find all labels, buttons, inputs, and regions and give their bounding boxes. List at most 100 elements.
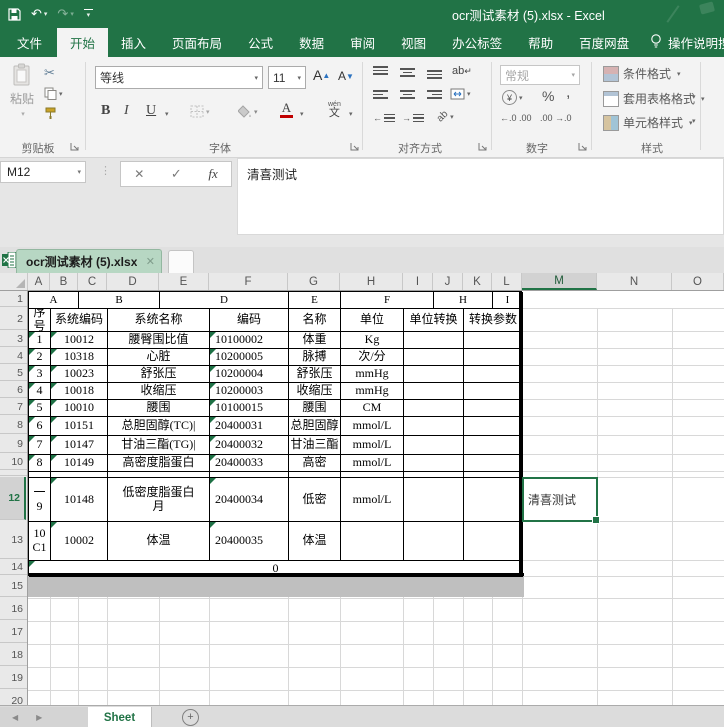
table-cell-no[interactable]: 3 xyxy=(29,366,51,383)
table-cell-conv[interactable] xyxy=(404,349,464,366)
undo-button[interactable]: ↶▾ xyxy=(31,6,47,22)
column-header-N[interactable]: N xyxy=(597,273,672,290)
table-cell-conv[interactable] xyxy=(404,400,464,417)
column-header-F[interactable]: F xyxy=(209,273,288,290)
row-header-14[interactable]: 14 xyxy=(0,560,27,575)
table-cell-empty[interactable] xyxy=(29,472,51,478)
bold-button[interactable]: B xyxy=(101,103,110,119)
font-color-button[interactable]: A xyxy=(280,101,293,118)
format-as-table-dropdown-icon[interactable]: ▾ xyxy=(701,95,705,103)
table-cell-name[interactable]: 甘油三酯 xyxy=(289,436,341,455)
table-cell-code[interactable]: 20400035 xyxy=(210,522,289,561)
row-header-11[interactable] xyxy=(0,471,27,476)
table-cell-name[interactable]: 收缩压 xyxy=(289,383,341,400)
letters-row-cell[interactable]: H xyxy=(434,292,493,309)
table-cell-unit[interactable]: CM xyxy=(341,400,404,417)
tell-me-search[interactable]: 操作说明搜索 xyxy=(650,28,724,57)
row-header-2[interactable]: 2 xyxy=(0,308,27,330)
new-document-tab[interactable] xyxy=(168,250,194,273)
table-cell-conv[interactable] xyxy=(404,436,464,455)
table-cell-sys_name[interactable]: 腰围 xyxy=(108,400,210,417)
column-header-M[interactable]: M xyxy=(522,273,597,290)
orientation-button[interactable]: ab ▾ xyxy=(437,111,454,122)
wrap-text-button[interactable]: ab↵ xyxy=(452,65,472,77)
accounting-format-button[interactable]: ¥ ▾ xyxy=(502,90,523,105)
gray-filled-row[interactable] xyxy=(28,576,524,597)
align-top-button[interactable] xyxy=(373,66,388,75)
table-cell-param[interactable] xyxy=(464,349,523,366)
table-cell-unit[interactable]: 次/分 xyxy=(341,349,404,366)
name-box[interactable]: M12 ▾ xyxy=(0,161,86,183)
table-cell-empty[interactable] xyxy=(404,472,464,478)
table-cell-unit[interactable]: mmHg xyxy=(341,383,404,400)
table-header-cell[interactable]: 编码 xyxy=(210,309,289,332)
row-header-4[interactable]: 4 xyxy=(0,348,27,364)
table-cell-conv[interactable] xyxy=(404,417,464,436)
accounting-dropdown-icon[interactable]: ▾ xyxy=(519,94,523,102)
table-cell-code[interactable]: 10200005 xyxy=(210,349,289,366)
ribbon-tab-review[interactable]: 审阅 xyxy=(337,28,388,57)
table-cell-no[interactable]: 6 xyxy=(29,417,51,436)
comma-style-button[interactable]: , xyxy=(566,84,570,102)
table-cell-code[interactable]: 10200003 xyxy=(210,383,289,400)
decrease-decimal-button[interactable]: .00 →.0 xyxy=(540,114,572,123)
row-header-6[interactable]: 6 xyxy=(0,382,27,398)
font-name-dropdown-icon[interactable]: ▾ xyxy=(254,74,258,82)
table-cell-sys_name[interactable]: 舒张压 xyxy=(108,366,210,383)
table-cell-sys_name[interactable]: 收缩压 xyxy=(108,383,210,400)
merge-dropdown-icon[interactable]: ▾ xyxy=(467,90,471,98)
table-cell-code[interactable]: 10200004 xyxy=(210,366,289,383)
table-header-cell[interactable]: 系统名称 xyxy=(108,309,210,332)
table-cell-code[interactable]: 10100015 xyxy=(210,400,289,417)
table-cell-empty[interactable] xyxy=(210,472,289,478)
cell-styles-button[interactable]: 单元格样式 ▾ xyxy=(603,114,693,131)
percent-style-button[interactable]: % xyxy=(542,88,554,104)
table-header-cell[interactable]: 系统编码 xyxy=(51,309,108,332)
table-cell-sys_code[interactable]: 10148 xyxy=(51,478,108,522)
table-cell-param[interactable] xyxy=(464,366,523,383)
table-cell-sys_code[interactable]: 10147 xyxy=(51,436,108,455)
font-size-select[interactable]: 11 ▾ xyxy=(268,66,306,89)
table-cell-param[interactable] xyxy=(464,332,523,349)
column-header-B[interactable]: B xyxy=(50,273,78,290)
table-cell-no[interactable]: 一 9 xyxy=(29,478,51,522)
document-tab-active[interactable]: ocr测试素材 (5).xlsx ✕ xyxy=(16,249,162,273)
letters-row-cell[interactable]: D xyxy=(160,292,289,309)
column-header-O[interactable]: O xyxy=(672,273,724,290)
underline-dropdown-icon[interactable]: ▾ xyxy=(165,110,169,118)
row-header-17[interactable]: 17 xyxy=(0,621,27,643)
table-cell-code[interactable]: 20400033 xyxy=(210,455,289,472)
table-cell-sys_name[interactable]: 体温 xyxy=(108,522,210,561)
merge-center-button[interactable]: ▾ xyxy=(450,88,471,100)
align-bottom-button[interactable] xyxy=(427,70,442,79)
table-cell-code[interactable]: 20400032 xyxy=(210,436,289,455)
table-cell-code[interactable]: 20400031 xyxy=(210,417,289,436)
table-cell-sys_code[interactable]: 10018 xyxy=(51,383,108,400)
ribbon-tab-baidu-netdisk[interactable]: 百度网盘 xyxy=(566,28,642,57)
table-header-cell[interactable]: 单位转换 xyxy=(404,309,464,332)
letters-row-cell[interactable]: B xyxy=(79,292,160,309)
column-header-C[interactable]: C xyxy=(78,273,107,290)
borders-button[interactable]: ▾ xyxy=(190,105,210,118)
table-cell-param[interactable] xyxy=(464,455,523,472)
table-cell-param[interactable] xyxy=(464,436,523,455)
new-sheet-button[interactable]: + xyxy=(182,709,199,726)
table-cell-name[interactable]: 体重 xyxy=(289,332,341,349)
font-size-dropdown-icon[interactable]: ▾ xyxy=(297,74,301,82)
align-middle-button[interactable] xyxy=(400,68,415,77)
increase-font-button[interactable]: A▲ xyxy=(313,67,330,83)
table-cell-param[interactable] xyxy=(464,400,523,417)
column-header-J[interactable]: J xyxy=(433,273,463,290)
row-header-16[interactable]: 16 xyxy=(0,598,27,620)
table-cell-sys_name[interactable]: 低密度脂蛋白 月 xyxy=(108,478,210,522)
table-cell-conv[interactable] xyxy=(404,478,464,522)
clipped-dropdown-icon[interactable]: ▾ xyxy=(692,117,696,125)
row-header-8[interactable]: 8 xyxy=(0,416,27,434)
table-cell-no[interactable]: 2 xyxy=(29,349,51,366)
font-color-dropdown-icon[interactable]: ▾ xyxy=(300,110,304,118)
letters-row-cell[interactable]: E xyxy=(289,292,341,309)
table-cell-name[interactable]: 低密 xyxy=(289,478,341,522)
clipped-dropdown-icon[interactable]: ▾ xyxy=(692,93,696,101)
table-cell-code[interactable]: 20400034 xyxy=(210,478,289,522)
table-cell-no[interactable]: 8 xyxy=(29,455,51,472)
